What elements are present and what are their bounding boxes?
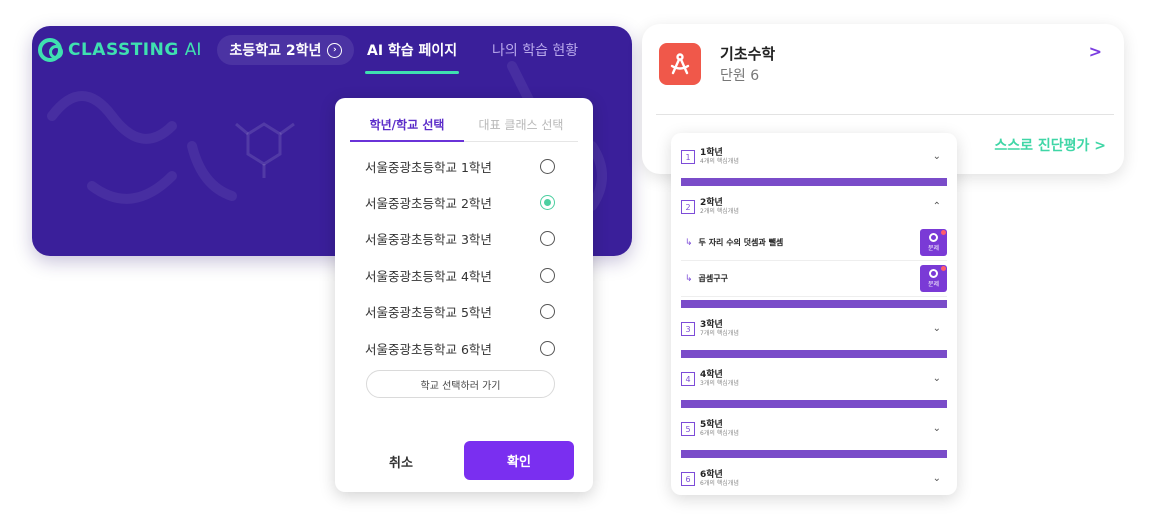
grade-number-badge: 1 [681,150,695,164]
classting-logo[interactable]: CLASSTING AI [38,38,201,62]
tab-class-select[interactable]: 대표 클래스 선택 [464,116,578,141]
grade-title: 5학년 [700,420,723,430]
chevron-right-icon[interactable]: > [1089,42,1102,61]
grade-title: 1학년 [700,148,723,158]
grade-item-6[interactable]: 6 6학년 6개의 핵심개념 ⌄ [681,461,947,495]
tab-my-progress[interactable]: 나의 학습 현황 [492,26,578,74]
grade-accordion-panel: 1 1학년 4개의 핵심개념 ⌄ 2 2학년 2개의 핵심개념 ⌃ ↳ 두 자리… [671,133,957,495]
school-option-label: 서울중광초등학교 6학년 [365,341,492,357]
grade-title: 2학년 [700,198,723,208]
concept-item[interactable]: ↳ 곱셈구구 문제 [681,261,947,297]
problem-button-label: 문제 [927,281,940,288]
school-option-1[interactable]: 서울중광초등학교 1학년 [365,148,555,184]
divider [656,114,1114,115]
concept-item[interactable]: ↳ 두 자리 수의 덧셈과 뺄셈 문제 [681,225,947,261]
grade-title: 3학년 [700,320,723,330]
notification-dot [941,230,946,235]
grade-concept-count: 7개의 핵심개념 [700,330,739,337]
go-select-school-button[interactable]: 학교 선택하러 가기 [366,370,555,398]
grade-number-badge: 2 [681,200,695,214]
grade-progress-bar [681,300,947,308]
sub-arrow-icon: ↳ [685,273,693,284]
school-option-label: 서울중광초등학교 5학년 [365,305,492,321]
grade-pill-label: 초등학교 2학년 [229,43,322,59]
grade-number-badge: 4 [681,372,695,386]
problem-button[interactable]: 문제 [920,229,947,256]
grade-item-1[interactable]: 1 1학년 4개의 핵심개념 ⌄ [681,139,947,175]
grade-title: 4학년 [700,370,723,380]
tab-grade-school-select[interactable]: 학년/학교 선택 [350,116,464,142]
school-option-2[interactable]: 서울중광초등학교 2학년 [365,184,555,220]
course-unit: 단원 6 [720,68,760,84]
compass-icon [659,43,701,85]
radio-button[interactable] [540,158,555,174]
school-option-label: 서울중광초등학교 3학년 [365,232,492,248]
school-list: 서울중광초등학교 1학년 서울중광초등학교 2학년 서울중광초등학교 3학년 서… [365,148,555,366]
confirm-button[interactable]: 확인 [464,441,574,480]
grade-selector-button[interactable]: 초등학교 2학년 › [217,35,355,65]
chevron-up-icon: ⌃ [932,201,941,212]
school-option-label: 서울중광초등학교 2학년 [365,196,492,212]
problem-button-label: 문제 [927,245,940,252]
concept-name: 곱셈구구 [698,274,728,283]
radio-button[interactable] [540,304,555,320]
grade-concept-count: 2개의 핵심개념 [700,208,739,215]
grade-number-badge: 6 [681,472,695,486]
chevron-down-icon: ⌄ [932,423,941,434]
grade-progress-bar [681,350,947,358]
school-select-modal: 학년/학교 선택 대표 클래스 선택 서울중광초등학교 1학년 서울중광초등학교… [335,98,593,492]
problem-button[interactable]: 문제 [920,265,947,292]
chevron-down-icon: ⌄ [932,323,941,334]
self-diagnosis-link[interactable]: 스스로 진단평가 > [994,135,1106,155]
grade-item-5[interactable]: 5 5학년 6개의 핵심개념 ⌄ [681,411,947,447]
radio-button[interactable] [540,231,555,247]
course-title: 기초수학 [720,45,776,63]
chevron-down-icon: ⌄ [932,373,941,384]
grade-progress-bar [681,178,947,186]
grade-item-3[interactable]: 3 3학년 7개의 핵심개념 ⌄ [681,311,947,347]
grade-title: 6학년 [700,470,723,480]
grade-concept-count: 6개의 핵심개념 [700,480,739,487]
school-option-3[interactable]: 서울중광초등학교 3학년 [365,221,555,257]
grade-concept-count: 4개의 핵심개념 [700,158,739,165]
modal-tabs: 학년/학교 선택 대표 클래스 선택 [350,116,578,142]
top-navigation-bar: CLASSTING AI 초등학교 2학년 › AI 학습 페이지 나의 학습 … [32,26,632,74]
grade-progress-bar [681,450,947,458]
school-option-6[interactable]: 서울중광초등학교 6학년 [365,330,555,366]
notification-dot [941,266,946,271]
radio-button[interactable] [540,340,555,356]
target-icon [929,233,938,242]
chevron-down-icon: ⌄ [932,473,941,484]
concept-name: 두 자리 수의 덧셈과 뺄셈 [698,238,784,247]
logo-ai-text: AI [184,40,202,60]
classting-logo-icon [38,38,63,62]
grade-concept-count: 3개의 핵심개념 [700,380,739,387]
sub-arrow-icon: ↳ [685,237,693,248]
grade-item-2[interactable]: 2 2학년 2개의 핵심개념 ⌃ [681,189,947,225]
grade-number-badge: 5 [681,422,695,436]
school-option-4[interactable]: 서울중광초등학교 4학년 [365,257,555,293]
grade-number-badge: 3 [681,322,695,336]
cancel-button[interactable]: 취소 [365,443,437,479]
grade-item-4[interactable]: 4 4학년 3개의 핵심개념 ⌄ [681,361,947,397]
chevron-right-circle-icon: › [327,42,343,58]
school-option-5[interactable]: 서울중광초등학교 5학년 [365,294,555,330]
grade-concept-count: 6개의 핵심개념 [700,430,739,437]
school-option-label: 서울중광초등학교 1학년 [365,159,492,175]
tab-ai-learning[interactable]: AI 학습 페이지 [364,26,460,74]
chevron-down-icon: ⌄ [932,151,941,162]
target-icon [929,269,938,278]
school-option-label: 서울중광초등학교 4학년 [365,268,492,284]
logo-text: CLASSTING [68,40,179,60]
radio-button[interactable] [540,267,555,283]
grade-progress-bar [681,400,947,408]
radio-button-selected[interactable] [540,195,555,211]
